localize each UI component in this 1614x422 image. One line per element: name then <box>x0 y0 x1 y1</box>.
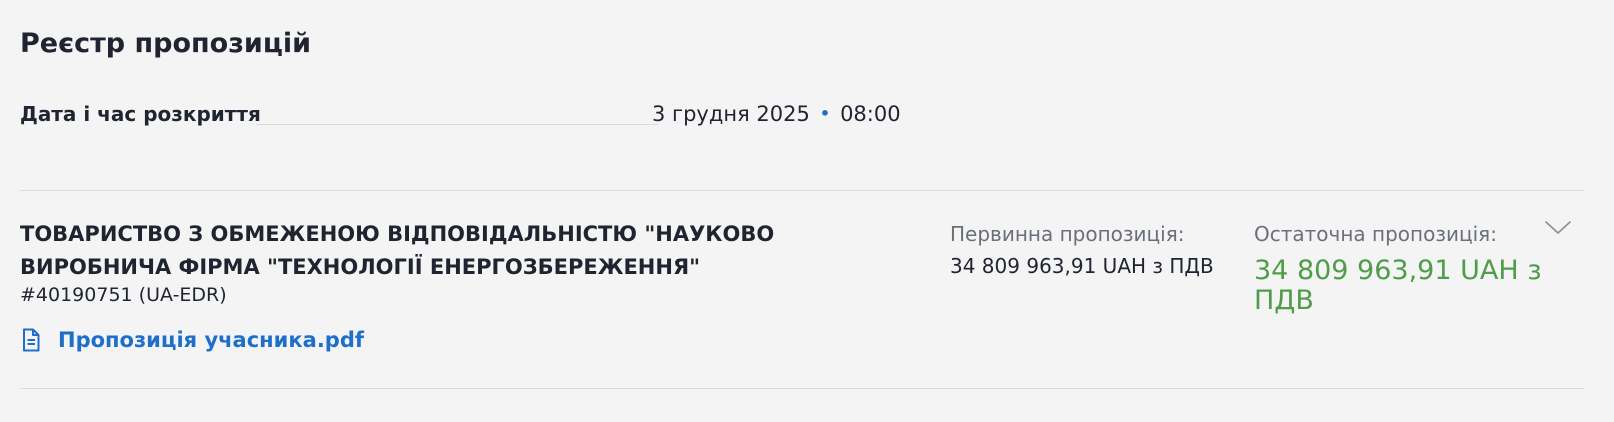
opening-date-label: Дата і час розкриття <box>20 102 261 126</box>
opening-date-row: Дата і час розкриття 3 грудня 2025 • 08:00 <box>20 102 901 132</box>
chevron-down-icon[interactable] <box>1544 218 1572 238</box>
opening-date-value: 3 грудня 2025 • 08:00 <box>652 102 901 126</box>
initial-bid-label: Первинна пропозиція: <box>950 222 1185 246</box>
date-time-separator: • <box>819 104 831 123</box>
bid-document-link[interactable]: Пропозиція учасника.pdf <box>20 328 364 352</box>
section-title: Реєстр пропозицій <box>20 28 312 59</box>
divider-top <box>20 190 1584 191</box>
opening-time: 08:00 <box>840 102 901 126</box>
divider-bottom <box>20 388 1584 389</box>
participant-id: #40190751 (UA-EDR) <box>20 284 227 306</box>
final-bid-label: Остаточна пропозиція: <box>1254 222 1497 246</box>
final-bid-value: 34 809 963,91 UAH з ПДВ <box>1254 255 1542 316</box>
participant-name: ТОВАРИСТВО З ОБМЕЖЕНОЮ ВІДПОВІДАЛЬНІСТЮ … <box>20 222 775 279</box>
bids-register-page: Реєстр пропозицій Дата і час розкриття 3… <box>0 0 1614 422</box>
initial-bid-value: 34 809 963,91 UAH з ПДВ <box>950 254 1214 278</box>
opening-date: 3 грудня 2025 <box>652 102 810 126</box>
bid-document-label: Пропозиція учасника.pdf <box>58 328 364 352</box>
leader-line <box>256 124 658 125</box>
document-icon <box>20 328 42 352</box>
